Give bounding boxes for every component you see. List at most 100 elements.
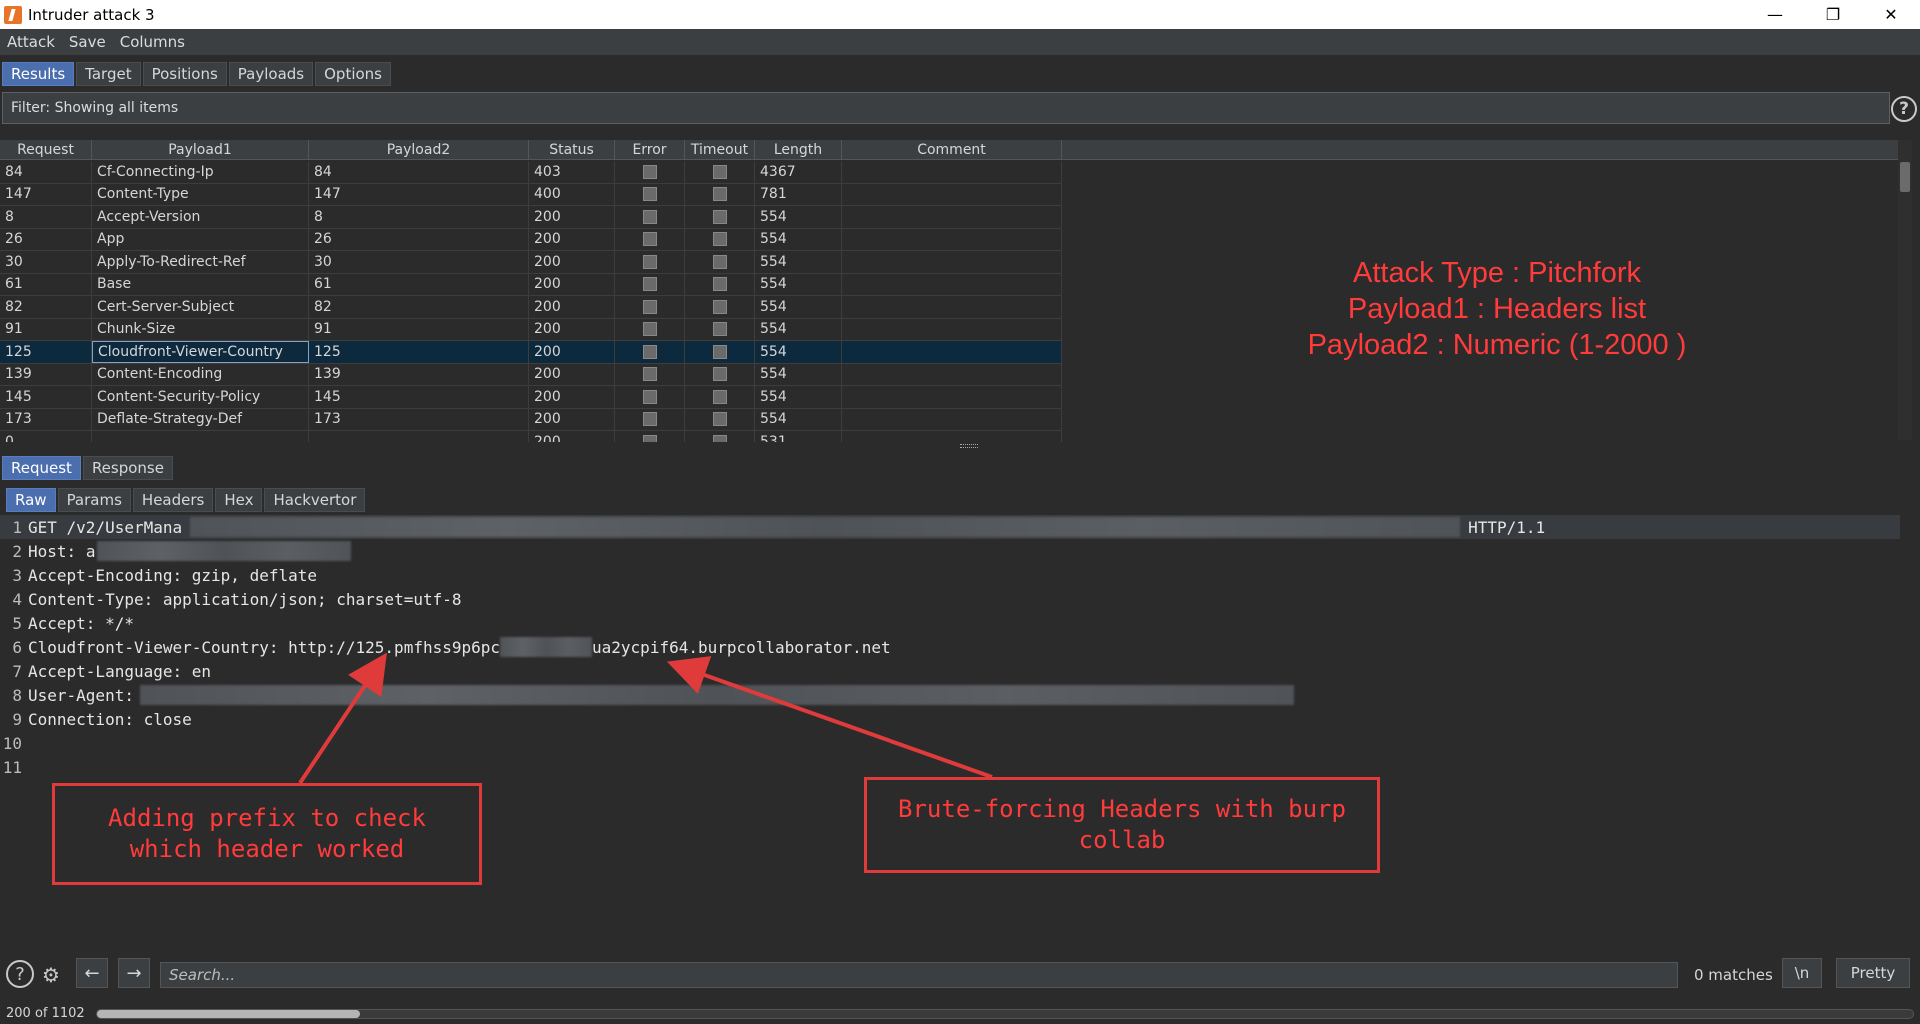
tab-raw[interactable]: Raw xyxy=(6,488,56,512)
bruteforce-annotation: Brute-forcing Headers with burp collab xyxy=(864,777,1380,873)
help-icon[interactable]: ? xyxy=(6,960,34,988)
menu-columns[interactable]: Columns xyxy=(113,33,192,51)
checkbox[interactable] xyxy=(642,254,657,269)
table-body: 84 Cf-Connecting-Ip 84 403 4367 147 Content-Ty… xyxy=(0,161,1062,442)
cell-error xyxy=(615,228,685,250)
table-row[interactable]: 84 Cf-Connecting-Ip 84 403 4367 xyxy=(0,161,1062,184)
checkbox[interactable] xyxy=(712,164,727,179)
pretty-button[interactable]: Pretty xyxy=(1836,958,1910,988)
col-timeout[interactable]: Timeout xyxy=(685,140,755,160)
col-error[interactable]: Error xyxy=(615,140,685,160)
table-row[interactable]: 125 Cloudfront-Viewer-Country 125 200 554 xyxy=(0,341,1062,364)
tab-hex[interactable]: Hex xyxy=(215,488,263,512)
close-button[interactable]: ✕ xyxy=(1862,0,1920,29)
table-row[interactable]: 8 Accept-Version 8 200 554 xyxy=(0,206,1062,229)
cell-payload2: 173 xyxy=(309,408,529,430)
previous-icon[interactable]: ← xyxy=(76,958,108,988)
tab-payloads[interactable]: Payloads xyxy=(228,62,314,86)
checkbox[interactable] xyxy=(712,434,727,442)
tab-results[interactable]: Results xyxy=(2,62,75,86)
tab-options[interactable]: Options xyxy=(315,62,392,86)
help-icon[interactable]: ? xyxy=(1891,96,1917,122)
checkbox[interactable] xyxy=(642,187,657,202)
line-number: 1 xyxy=(12,517,22,537)
newline-toggle-button[interactable]: \n xyxy=(1782,958,1822,988)
checkbox[interactable] xyxy=(712,389,727,404)
checkbox[interactable] xyxy=(712,277,727,292)
checkbox[interactable] xyxy=(712,412,727,427)
table-row[interactable]: 26 App 26 200 554 xyxy=(0,228,1062,251)
checkbox[interactable] xyxy=(642,412,657,427)
col-status[interactable]: Status xyxy=(529,140,615,160)
col-payload1[interactable]: Payload1 xyxy=(92,140,309,160)
table-row[interactable]: 0 200 531 xyxy=(0,431,1062,442)
tab-target[interactable]: Target xyxy=(76,62,141,86)
minimize-button[interactable]: — xyxy=(1746,0,1804,29)
checkbox[interactable] xyxy=(642,322,657,337)
gear-icon[interactable]: ⚙ xyxy=(36,960,66,990)
menu-save[interactable]: Save xyxy=(62,33,113,51)
table-row[interactable]: 147 Content-Type 147 400 781 xyxy=(0,183,1062,206)
cell-comment xyxy=(842,273,1062,295)
checkbox[interactable] xyxy=(712,367,727,382)
checkbox[interactable] xyxy=(642,367,657,382)
checkbox[interactable] xyxy=(712,187,727,202)
search-input[interactable] xyxy=(160,962,1678,988)
table-scrollbar[interactable] xyxy=(1898,140,1912,440)
table-row[interactable]: 173 Deflate-Strategy-Def 173 200 554 xyxy=(0,408,1062,431)
cell-timeout xyxy=(685,363,755,385)
tab-response[interactable]: Response xyxy=(82,456,173,480)
menu-attack[interactable]: Attack xyxy=(0,33,62,51)
filter-bar[interactable]: Filter: Showing all items xyxy=(2,92,1890,124)
tab-positions[interactable]: Positions xyxy=(142,62,227,86)
request-editor[interactable]: 1 GET /v2/UserMana HTTP/1.1 2 Host: a 3 … xyxy=(0,515,1920,951)
cell-payload2: 30 xyxy=(309,251,529,273)
checkbox[interactable] xyxy=(712,299,727,314)
cell-error xyxy=(615,183,685,205)
header-value: close xyxy=(143,709,192,729)
checkbox[interactable] xyxy=(642,389,657,404)
checkbox[interactable] xyxy=(642,164,657,179)
col-payload2[interactable]: Payload2 xyxy=(309,140,529,160)
table-row[interactable]: 91 Chunk-Size 91 200 554 xyxy=(0,318,1062,341)
cell-error xyxy=(615,363,685,385)
checkbox[interactable] xyxy=(642,344,657,359)
tab-params[interactable]: Params xyxy=(57,488,131,512)
col-length[interactable]: Length xyxy=(755,140,842,160)
splitter-grip[interactable] xyxy=(960,444,978,448)
table-row[interactable]: 30 Apply-To-Redirect-Ref 30 200 554 xyxy=(0,251,1062,274)
table-row[interactable]: 61 Base 61 200 554 xyxy=(0,273,1062,296)
col-comment[interactable]: Comment xyxy=(842,140,1062,160)
tab-headers[interactable]: Headers xyxy=(132,488,214,512)
cell-payload2: 84 xyxy=(309,161,529,183)
scroll-thumb[interactable] xyxy=(1900,162,1910,192)
cell-timeout xyxy=(685,251,755,273)
checkbox[interactable] xyxy=(642,232,657,247)
cell-error xyxy=(615,408,685,430)
checkbox[interactable] xyxy=(642,434,657,442)
header-value: a xyxy=(85,541,96,561)
col-request[interactable]: Request xyxy=(0,140,92,160)
checkbox[interactable] xyxy=(642,299,657,314)
restore-button[interactable]: ❐ xyxy=(1804,0,1862,29)
cell-length: 554 xyxy=(755,296,842,318)
next-icon[interactable]: → xyxy=(118,958,150,988)
tab-hackvertor[interactable]: Hackvertor xyxy=(264,488,366,512)
table-row[interactable]: 82 Cert-Server-Subject 82 200 554 xyxy=(0,296,1062,319)
checkbox[interactable] xyxy=(712,232,727,247)
table-row[interactable]: 145 Content-Security-Policy 145 200 554 xyxy=(0,386,1062,409)
checkbox[interactable] xyxy=(642,277,657,292)
checkbox[interactable] xyxy=(712,254,727,269)
cell-error xyxy=(615,431,685,442)
cell-comment xyxy=(842,386,1062,408)
checkbox[interactable] xyxy=(712,209,727,224)
tab-request[interactable]: Request xyxy=(2,456,81,480)
checkbox[interactable] xyxy=(712,344,727,359)
checkbox[interactable] xyxy=(642,209,657,224)
line-number: 9 xyxy=(12,709,22,729)
table-row[interactable]: 139 Content-Encoding 139 200 554 xyxy=(0,363,1062,386)
cell-timeout xyxy=(685,206,755,228)
checkbox[interactable] xyxy=(712,322,727,337)
cell-payload2: 147 xyxy=(309,183,529,205)
cell-error xyxy=(615,341,685,363)
